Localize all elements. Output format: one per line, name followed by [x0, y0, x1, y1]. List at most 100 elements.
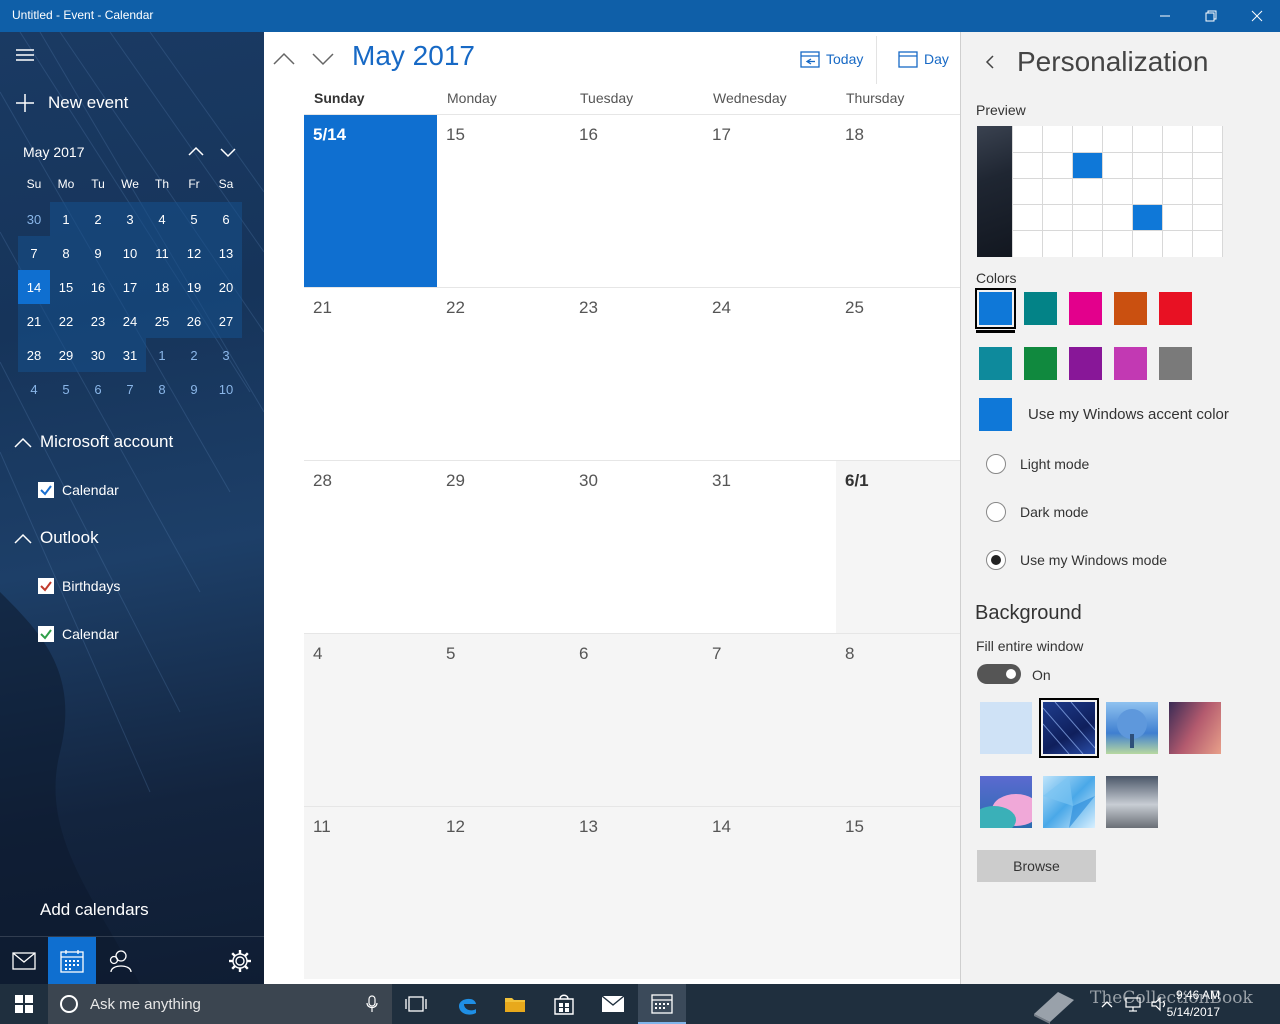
- day-cell[interactable]: 25: [836, 287, 960, 460]
- browse-button[interactable]: Browse: [977, 850, 1096, 882]
- calendar-taskbar-button[interactable]: [638, 984, 686, 1024]
- mail-taskbar-button[interactable]: [589, 984, 637, 1024]
- edge-button[interactable]: [443, 984, 491, 1024]
- mini-calendar-day[interactable]: 3: [114, 202, 146, 236]
- day-cell[interactable]: 31: [703, 460, 836, 633]
- calendar-toggle-outlook-calendar[interactable]: Calendar: [38, 626, 119, 642]
- microphone-icon[interactable]: [366, 995, 378, 1013]
- minimize-button[interactable]: [1142, 0, 1188, 32]
- color-swatch[interactable]: [1159, 292, 1192, 325]
- mini-calendar-day[interactable]: 31: [114, 338, 146, 372]
- day-cell[interactable]: 12: [437, 806, 570, 979]
- light-mode-radio[interactable]: Light mode: [986, 454, 1089, 474]
- background-thumbnail-horizon[interactable]: [1106, 776, 1158, 828]
- color-swatch[interactable]: [1069, 292, 1102, 325]
- background-thumbnail-tree[interactable]: [1106, 702, 1158, 754]
- color-swatch[interactable]: [1069, 347, 1102, 380]
- mini-calendar-day[interactable]: 11: [146, 236, 178, 270]
- mini-calendar-month[interactable]: May 2017: [23, 144, 84, 160]
- start-button[interactable]: [0, 984, 48, 1024]
- windows-mode-radio[interactable]: Use my Windows mode: [986, 550, 1167, 570]
- color-swatch[interactable]: [1024, 292, 1057, 325]
- calendar-toggle-birthdays[interactable]: Birthdays: [38, 578, 120, 594]
- mini-calendar-day[interactable]: 26: [178, 304, 210, 338]
- mini-calendar-day[interactable]: 1: [146, 338, 178, 372]
- background-thumbnail-light-blue[interactable]: [980, 702, 1032, 754]
- background-thumbnail-abstract[interactable]: [1169, 702, 1221, 754]
- dark-mode-radio[interactable]: Dark mode: [986, 502, 1088, 522]
- mini-calendar-day[interactable]: 13: [210, 236, 242, 270]
- color-swatch[interactable]: [975, 288, 1016, 329]
- checkbox[interactable]: [38, 626, 54, 642]
- day-cell[interactable]: 21: [304, 287, 437, 460]
- mini-calendar-day[interactable]: 19: [178, 270, 210, 304]
- day-cell[interactable]: 15: [836, 806, 960, 979]
- checkbox[interactable]: [38, 578, 54, 594]
- mini-calendar-day[interactable]: 2: [178, 338, 210, 372]
- color-swatch[interactable]: [979, 347, 1012, 380]
- mini-calendar-prev-button[interactable]: [184, 142, 208, 162]
- mini-calendar-day[interactable]: 9: [178, 372, 210, 406]
- mini-calendar-day[interactable]: 16: [82, 270, 114, 304]
- day-cell[interactable]: 28: [304, 460, 437, 633]
- back-button[interactable]: [981, 52, 999, 72]
- mini-calendar-day[interactable]: 25: [146, 304, 178, 338]
- settings-button[interactable]: [216, 937, 264, 984]
- mini-calendar-day[interactable]: 10: [210, 372, 242, 406]
- day-cell[interactable]: 6/1: [836, 460, 960, 633]
- day-cell[interactable]: 7: [703, 633, 836, 806]
- mini-calendar-day-selected[interactable]: 14: [18, 270, 50, 304]
- clock[interactable]: 9:46 AM 5/14/2017: [1167, 987, 1220, 1021]
- mini-calendar-day[interactable]: 12: [178, 236, 210, 270]
- day-cell[interactable]: 6: [570, 633, 703, 806]
- day-cell-today[interactable]: 5/14: [304, 114, 437, 287]
- mini-calendar-day[interactable]: 4: [146, 202, 178, 236]
- mini-calendar-day[interactable]: 9: [82, 236, 114, 270]
- mini-calendar-day[interactable]: 23: [82, 304, 114, 338]
- month-title[interactable]: May 2017: [352, 40, 475, 72]
- checkbox[interactable]: [38, 482, 54, 498]
- microsoft-account-section-header[interactable]: Microsoft account: [14, 432, 173, 452]
- day-cell[interactable]: 13: [570, 806, 703, 979]
- mini-calendar-day[interactable]: 15: [50, 270, 82, 304]
- mini-calendar-day[interactable]: 3: [210, 338, 242, 372]
- mini-calendar-day[interactable]: 7: [18, 236, 50, 270]
- day-cell[interactable]: 30: [570, 460, 703, 633]
- accent-color-swatch[interactable]: [979, 398, 1012, 431]
- day-cell[interactable]: 5: [437, 633, 570, 806]
- calendar-toggle-microsoft-calendar[interactable]: Calendar: [38, 482, 119, 498]
- people-button[interactable]: [96, 937, 144, 984]
- mini-calendar-day[interactable]: 27: [210, 304, 242, 338]
- day-cell[interactable]: 16: [570, 114, 703, 287]
- file-explorer-button[interactable]: [491, 984, 539, 1024]
- mini-calendar-day[interactable]: 8: [50, 236, 82, 270]
- accent-color-option[interactable]: Use my Windows accent color: [1028, 406, 1229, 423]
- mini-calendar-day[interactable]: 6: [82, 372, 114, 406]
- day-cell[interactable]: 29: [437, 460, 570, 633]
- restore-button[interactable]: [1188, 0, 1234, 32]
- search-box[interactable]: Ask me anything: [48, 984, 392, 1024]
- color-swatch[interactable]: [1114, 292, 1147, 325]
- mini-calendar-day[interactable]: 1: [50, 202, 82, 236]
- day-cell[interactable]: 11: [304, 806, 437, 979]
- day-cell[interactable]: 24: [703, 287, 836, 460]
- calendar-app-button[interactable]: [48, 937, 96, 984]
- next-month-button[interactable]: [310, 48, 336, 70]
- mini-calendar-day[interactable]: 2: [82, 202, 114, 236]
- day-cell[interactable]: 4: [304, 633, 437, 806]
- day-cell[interactable]: 14: [703, 806, 836, 979]
- radio-circle[interactable]: [986, 454, 1006, 474]
- mini-calendar-day[interactable]: 7: [114, 372, 146, 406]
- mini-calendar-day[interactable]: 24: [114, 304, 146, 338]
- store-button[interactable]: [540, 984, 588, 1024]
- mini-calendar-day[interactable]: 18: [146, 270, 178, 304]
- background-thumbnail-hills[interactable]: [972, 776, 1040, 834]
- task-view-button[interactable]: [392, 984, 440, 1024]
- mini-calendar-day[interactable]: 5: [178, 202, 210, 236]
- previous-month-button[interactable]: [271, 48, 297, 70]
- color-swatch[interactable]: [1159, 347, 1192, 380]
- radio-circle[interactable]: [986, 550, 1006, 570]
- outlook-section-header[interactable]: Outlook: [14, 528, 99, 548]
- day-cell[interactable]: 18: [836, 114, 960, 287]
- background-thumbnail-blue-streaks[interactable]: [1039, 698, 1099, 758]
